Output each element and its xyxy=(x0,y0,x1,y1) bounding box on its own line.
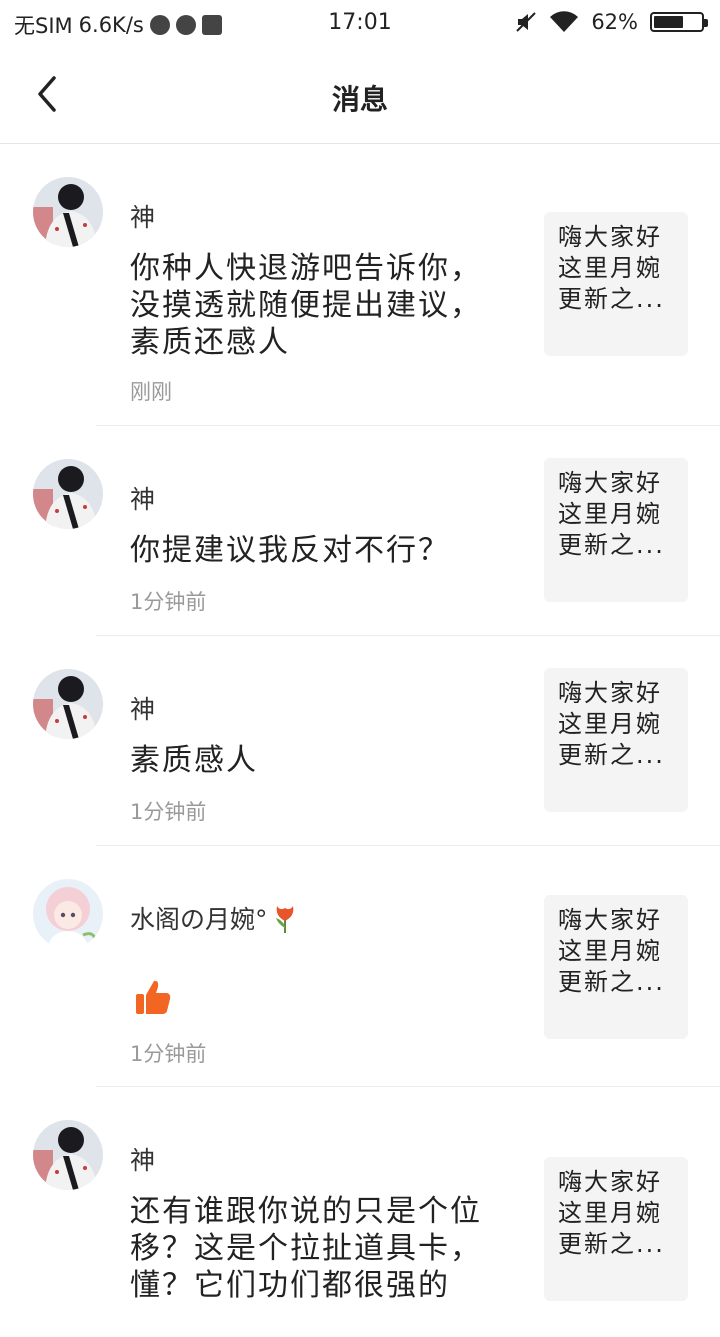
post-preview[interactable]: 嗨大家好这里月婉更新之... xyxy=(544,212,688,356)
post-preview[interactable]: 嗨大家好这里月婉更新之... xyxy=(544,1157,688,1301)
nav-bar: 消息 xyxy=(0,48,720,144)
message-content: 素质感人 xyxy=(130,743,258,778)
message-time: 刚刚 xyxy=(130,380,172,404)
battery-icon xyxy=(650,12,708,32)
message-list: 神 你种人快退游吧告诉你，没摸透就随便提出建议，素质还感人 刚刚 嗨大家好这里月… xyxy=(0,144,720,1337)
message-time: 1分钟前 xyxy=(130,800,207,824)
post-preview[interactable]: 嗨大家好这里月婉更新之... xyxy=(544,458,688,602)
avatar[interactable] xyxy=(33,1120,103,1190)
message-content: 你提建议我反对不行？ xyxy=(130,533,450,568)
sender-name: 神 xyxy=(130,695,156,724)
sender-name: 神 xyxy=(130,1146,156,1175)
battery-percent: 62% xyxy=(591,10,638,34)
avatar[interactable] xyxy=(33,177,103,247)
message-item[interactable]: 神 还有谁跟你说的只是个位移？这是个拉扯道具卡，懂？它们功们都很强的 嗨大家好这… xyxy=(0,1087,720,1337)
tulip-icon xyxy=(275,906,293,933)
sender-name: 神 xyxy=(130,203,156,232)
message-time: 1分钟前 xyxy=(130,590,207,614)
wifi-icon xyxy=(550,11,579,32)
thumbs-up-icon xyxy=(136,980,171,1014)
message-content: 你种人快退游吧告诉你，没摸透就随便提出建议，素质还感人 xyxy=(130,251,482,360)
page-title: 消息 xyxy=(331,83,388,116)
status-bar: 无SIM 6.6K/s 17:01 62% xyxy=(0,0,720,48)
post-preview[interactable]: 嗨大家好这里月婉更新之... xyxy=(544,895,688,1039)
message-content: 还有谁跟你说的只是个位移？这是个拉扯道具卡，懂？它们功们都很强的 xyxy=(130,1194,482,1303)
sender-name-row: 水阁の月婉° xyxy=(130,900,298,936)
sender-name: 神 xyxy=(130,485,156,514)
status-right: 62% xyxy=(515,10,708,34)
message-item[interactable]: 神 你提建议我反对不行？ 1分钟前 嗨大家好这里月婉更新之... xyxy=(0,426,720,636)
message-item[interactable]: 神 素质感人 1分钟前 嗨大家好这里月婉更新之... xyxy=(0,636,720,846)
sender-name: 水阁の月婉° xyxy=(130,905,268,934)
message-item[interactable]: 神 你种人快退游吧告诉你，没摸透就随便提出建议，素质还感人 刚刚 嗨大家好这里月… xyxy=(0,144,720,426)
avatar[interactable] xyxy=(33,459,103,529)
message-item[interactable]: 水阁の月婉° 1分钟前 嗨大家好这里月婉更新之... xyxy=(0,846,720,1087)
mute-icon xyxy=(516,12,537,32)
message-time: 1分钟前 xyxy=(130,1042,207,1066)
post-preview[interactable]: 嗨大家好这里月婉更新之... xyxy=(544,668,688,812)
avatar[interactable] xyxy=(33,879,103,949)
avatar[interactable] xyxy=(33,669,103,739)
